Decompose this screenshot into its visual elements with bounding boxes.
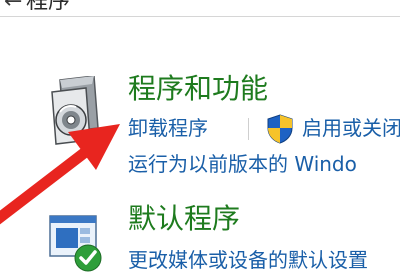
program-disk-icon [46, 75, 104, 146]
default-programs-title[interactable]: 默认程序 [128, 204, 240, 234]
run-older-programs-link[interactable]: 运行为以前版本的 Windo [128, 152, 357, 176]
back-icon[interactable]: ← [4, 0, 22, 14]
uac-shield-icon [266, 114, 294, 144]
programs-and-features-section: 程序和功能 卸载程序 启用或关闭 运行为以前版本的 Windo [0, 68, 400, 178]
turn-windows-features-link[interactable]: 启用或关闭 [302, 116, 400, 140]
page-title: 程序 [26, 0, 71, 14]
default-programs-icon [46, 212, 104, 274]
programs-and-features-title[interactable]: 程序和功能 [128, 74, 268, 104]
change-media-defaults-link[interactable]: 更改媒体或设备的默认设置 [128, 248, 368, 272]
link-separator [248, 118, 249, 140]
uninstall-program-link[interactable]: 卸载程序 [128, 116, 208, 140]
header-divider [0, 16, 400, 17]
default-programs-section: 默认程序 更改媒体或设备的默认设置 [0, 204, 400, 274]
page-header: ← 程序 [0, 0, 400, 14]
